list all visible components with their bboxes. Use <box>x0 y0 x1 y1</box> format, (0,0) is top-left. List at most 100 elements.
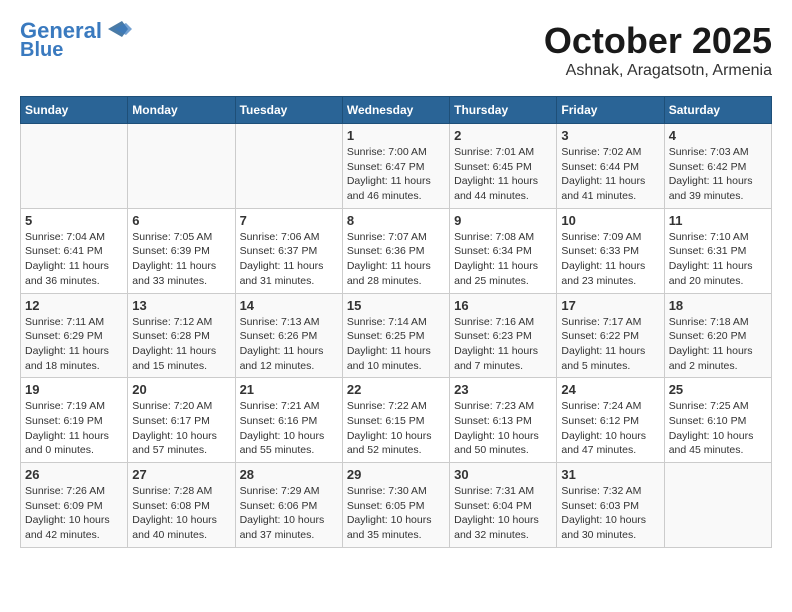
calendar-cell: 28 Sunrise: 7:29 AM Sunset: 6:06 PM Dayli… <box>235 463 342 548</box>
calendar-cell <box>128 124 235 209</box>
day-info: Sunrise: 7:17 AM Sunset: 6:22 PM Dayligh… <box>561 315 659 374</box>
day-info: Sunrise: 7:16 AM Sunset: 6:23 PM Dayligh… <box>454 315 552 374</box>
calendar-table: SundayMondayTuesdayWednesdayThursdayFrid… <box>20 96 772 548</box>
day-header-monday: Monday <box>128 97 235 124</box>
calendar-cell: 9 Sunrise: 7:08 AM Sunset: 6:34 PM Daylig… <box>450 208 557 293</box>
day-info: Sunrise: 7:24 AM Sunset: 6:12 PM Dayligh… <box>561 399 659 458</box>
calendar-cell: 6 Sunrise: 7:05 AM Sunset: 6:39 PM Daylig… <box>128 208 235 293</box>
calendar-cell: 12Sunrise: 7:11 AM Sunset: 6:29 PM Dayli… <box>21 293 128 378</box>
calendar-week-row: 19 Sunrise: 7:19 AM Sunset: 6:19 PM Dayli… <box>21 378 772 463</box>
calendar-cell: 18 Sunrise: 7:18 AM Sunset: 6:20 PM Dayli… <box>664 293 771 378</box>
day-number: 15 <box>347 298 445 313</box>
calendar-cell: 4 Sunrise: 7:03 AM Sunset: 6:42 PM Daylig… <box>664 124 771 209</box>
calendar-cell: 24 Sunrise: 7:24 AM Sunset: 6:12 PM Dayli… <box>557 378 664 463</box>
calendar-week-row: 5 Sunrise: 7:04 AM Sunset: 6:41 PM Daylig… <box>21 208 772 293</box>
calendar-cell: 5 Sunrise: 7:04 AM Sunset: 6:41 PM Daylig… <box>21 208 128 293</box>
day-number: 26 <box>25 467 123 482</box>
day-number: 19 <box>25 382 123 397</box>
calendar-week-row: 26 Sunrise: 7:26 AM Sunset: 6:09 PM Dayli… <box>21 463 772 548</box>
page-subtitle: Ashnak, Aragatsotn, Armenia <box>544 62 772 80</box>
day-number: 31 <box>561 467 659 482</box>
day-number: 24 <box>561 382 659 397</box>
calendar-week-row: 1 Sunrise: 7:00 AM Sunset: 6:47 PM Daylig… <box>21 124 772 209</box>
day-number: 13 <box>132 298 230 313</box>
day-info: Sunrise: 7:07 AM Sunset: 6:36 PM Dayligh… <box>347 230 445 289</box>
day-info: Sunrise: 7:28 AM Sunset: 6:08 PM Dayligh… <box>132 484 230 543</box>
calendar-cell: 23 Sunrise: 7:23 AM Sunset: 6:13 PM Dayli… <box>450 378 557 463</box>
day-info: Sunrise: 7:04 AM Sunset: 6:41 PM Dayligh… <box>25 230 123 289</box>
day-info: Sunrise: 7:32 AM Sunset: 6:03 PM Dayligh… <box>561 484 659 543</box>
day-number: 1 <box>347 128 445 143</box>
day-number: 9 <box>454 213 552 228</box>
day-number: 2 <box>454 128 552 143</box>
day-info: Sunrise: 7:00 AM Sunset: 6:47 PM Dayligh… <box>347 145 445 204</box>
day-info: Sunrise: 7:20 AM Sunset: 6:17 PM Dayligh… <box>132 399 230 458</box>
day-info: Sunrise: 7:26 AM Sunset: 6:09 PM Dayligh… <box>25 484 123 543</box>
day-header-tuesday: Tuesday <box>235 97 342 124</box>
day-number: 10 <box>561 213 659 228</box>
day-number: 11 <box>669 213 767 228</box>
day-header-friday: Friday <box>557 97 664 124</box>
day-number: 4 <box>669 128 767 143</box>
day-number: 18 <box>669 298 767 313</box>
day-number: 25 <box>669 382 767 397</box>
day-number: 5 <box>25 213 123 228</box>
calendar-cell: 14 Sunrise: 7:13 AM Sunset: 6:26 PM Dayli… <box>235 293 342 378</box>
calendar-cell: 15 Sunrise: 7:14 AM Sunset: 6:25 PM Dayli… <box>342 293 449 378</box>
day-info: Sunrise: 7:03 AM Sunset: 6:42 PM Dayligh… <box>669 145 767 204</box>
day-info: Sunrise: 7:13 AM Sunset: 6:26 PM Dayligh… <box>240 315 338 374</box>
calendar-cell: 3 Sunrise: 7:02 AM Sunset: 6:44 PM Daylig… <box>557 124 664 209</box>
calendar-cell: 8 Sunrise: 7:07 AM Sunset: 6:36 PM Daylig… <box>342 208 449 293</box>
day-info: Sunrise: 7:12 AM Sunset: 6:28 PM Dayligh… <box>132 315 230 374</box>
day-info: Sunrise: 7:08 AM Sunset: 6:34 PM Dayligh… <box>454 230 552 289</box>
day-info: Sunrise: 7:05 AM Sunset: 6:39 PM Dayligh… <box>132 230 230 289</box>
day-info: Sunrise: 7:09 AM Sunset: 6:33 PM Dayligh… <box>561 230 659 289</box>
day-info: Sunrise: 7:22 AM Sunset: 6:15 PM Dayligh… <box>347 399 445 458</box>
day-header-sunday: Sunday <box>21 97 128 124</box>
day-number: 29 <box>347 467 445 482</box>
day-header-thursday: Thursday <box>450 97 557 124</box>
day-number: 6 <box>132 213 230 228</box>
page-title: October 2025 <box>544 20 772 62</box>
calendar-cell <box>235 124 342 209</box>
calendar-cell: 11Sunrise: 7:10 AM Sunset: 6:31 PM Dayli… <box>664 208 771 293</box>
calendar-cell: 29Sunrise: 7:30 AM Sunset: 6:05 PM Dayli… <box>342 463 449 548</box>
day-number: 20 <box>132 382 230 397</box>
calendar-cell: 20 Sunrise: 7:20 AM Sunset: 6:17 PM Dayli… <box>128 378 235 463</box>
calendar-cell: 13 Sunrise: 7:12 AM Sunset: 6:28 PM Dayli… <box>128 293 235 378</box>
title-block: October 2025 Ashnak, Aragatsotn, Armenia <box>544 20 772 80</box>
day-info: Sunrise: 7:02 AM Sunset: 6:44 PM Dayligh… <box>561 145 659 204</box>
day-info: Sunrise: 7:29 AM Sunset: 6:06 PM Dayligh… <box>240 484 338 543</box>
day-info: Sunrise: 7:14 AM Sunset: 6:25 PM Dayligh… <box>347 315 445 374</box>
page-header: General Blue October 2025 Ashnak, Aragat… <box>20 20 772 80</box>
day-number: 3 <box>561 128 659 143</box>
day-info: Sunrise: 7:23 AM Sunset: 6:13 PM Dayligh… <box>454 399 552 458</box>
day-info: Sunrise: 7:18 AM Sunset: 6:20 PM Dayligh… <box>669 315 767 374</box>
day-header-saturday: Saturday <box>664 97 771 124</box>
day-number: 28 <box>240 467 338 482</box>
day-info: Sunrise: 7:19 AM Sunset: 6:19 PM Dayligh… <box>25 399 123 458</box>
calendar-cell: 1 Sunrise: 7:00 AM Sunset: 6:47 PM Daylig… <box>342 124 449 209</box>
calendar-cell: 7 Sunrise: 7:06 AM Sunset: 6:37 PM Daylig… <box>235 208 342 293</box>
day-info: Sunrise: 7:06 AM Sunset: 6:37 PM Dayligh… <box>240 230 338 289</box>
day-number: 30 <box>454 467 552 482</box>
day-number: 8 <box>347 213 445 228</box>
calendar-cell: 16 Sunrise: 7:16 AM Sunset: 6:23 PM Dayli… <box>450 293 557 378</box>
day-info: Sunrise: 7:21 AM Sunset: 6:16 PM Dayligh… <box>240 399 338 458</box>
calendar-cell: 26 Sunrise: 7:26 AM Sunset: 6:09 PM Dayli… <box>21 463 128 548</box>
day-number: 7 <box>240 213 338 228</box>
logo-blue-text: Blue <box>20 40 63 60</box>
day-number: 14 <box>240 298 338 313</box>
day-info: Sunrise: 7:31 AM Sunset: 6:04 PM Dayligh… <box>454 484 552 543</box>
day-info: Sunrise: 7:25 AM Sunset: 6:10 PM Dayligh… <box>669 399 767 458</box>
calendar-cell: 19 Sunrise: 7:19 AM Sunset: 6:19 PM Dayli… <box>21 378 128 463</box>
calendar-cell <box>664 463 771 548</box>
day-number: 23 <box>454 382 552 397</box>
calendar-cell: 31 Sunrise: 7:32 AM Sunset: 6:03 PM Dayli… <box>557 463 664 548</box>
day-number: 27 <box>132 467 230 482</box>
day-number: 16 <box>454 298 552 313</box>
logo: General Blue <box>20 20 132 60</box>
calendar-cell: 21Sunrise: 7:21 AM Sunset: 6:16 PM Dayli… <box>235 378 342 463</box>
calendar-cell: 22 Sunrise: 7:22 AM Sunset: 6:15 PM Dayli… <box>342 378 449 463</box>
day-number: 22 <box>347 382 445 397</box>
